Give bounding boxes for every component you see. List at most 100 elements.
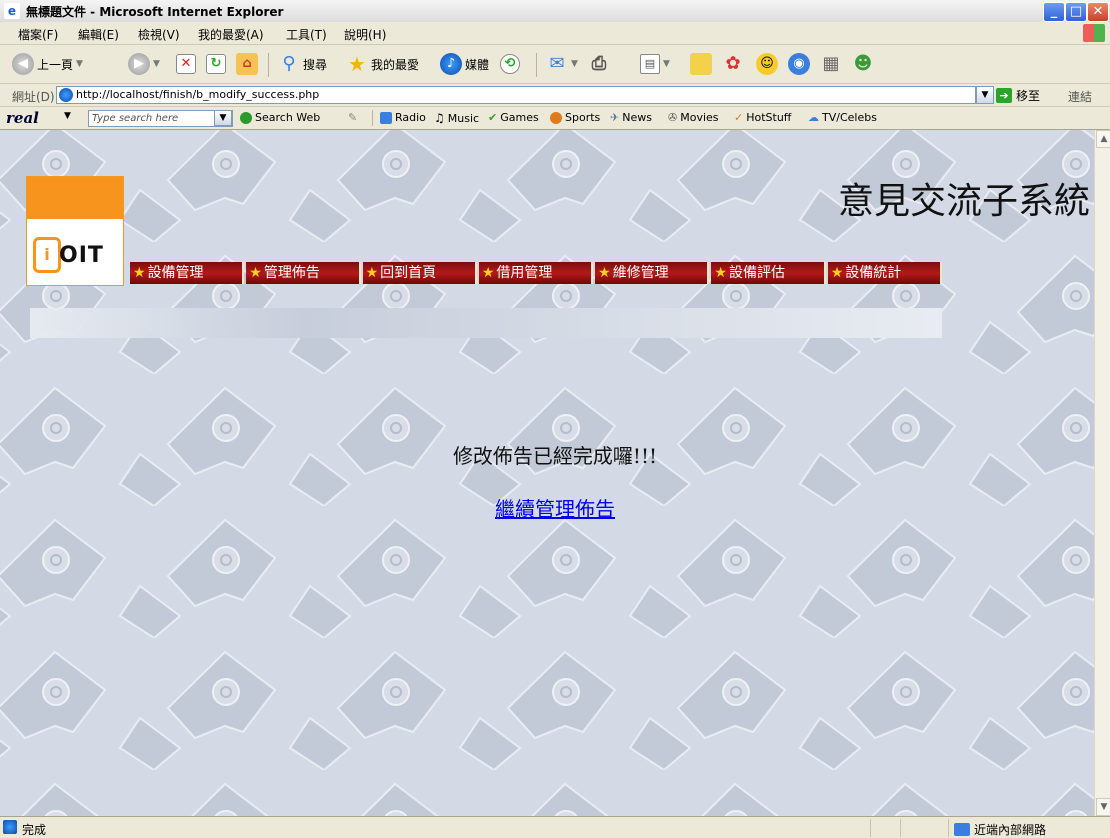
forward-arrow-icon: ▶ [128,53,150,75]
realbar-hotstuff[interactable]: ✓ HotStuff [734,111,791,124]
back-button[interactable]: ◀ 上一頁 ▼ [12,51,83,77]
nav-equipment-statistics[interactable]: ★ 設備統計 [827,262,942,284]
page-viewport: i OIT 意見交流子系統 ★ 設備管理 ★ 管理佈告 ★ 回到首頁 ★ 借用管理 ★ 維… [0,130,1094,816]
nav-equipment-management[interactable]: ★ 設備管理 [130,262,245,284]
forward-button[interactable]: ▶ ▼ [128,51,160,77]
real-search-input[interactable]: Type search here [88,110,233,127]
intranet-zone-icon [954,823,970,836]
search-web-button[interactable]: Search Web [240,111,320,124]
scroll-up-icon[interactable]: ▲ [1096,130,1110,148]
links-button[interactable]: 連結 [1068,88,1092,105]
messenger-icon: ✿ [725,53,741,74]
realbar-radio[interactable]: Radio [380,111,426,124]
research-icon: ▦ [822,53,840,74]
stop-button[interactable]: ✕ [176,51,196,77]
menu-view[interactable]: 檢視(V) [138,26,180,43]
hotstuff-icon: ✓ [734,111,744,124]
smiley-button[interactable]: ☺ [756,51,778,77]
close-button[interactable]: ✕ [1087,2,1109,22]
logo-orange-block [27,177,123,219]
chevron-down-icon: ▼ [571,59,578,69]
go-arrow-icon: ➔ [996,88,1012,103]
minimize-button[interactable]: _ [1043,2,1065,22]
mail-icon: ✉ [549,53,565,74]
logo-text: OIT [59,243,104,268]
note-button[interactable] [690,51,712,77]
status-bar: 完成 近端內部網路 [0,816,1110,838]
site-logo: i OIT [26,176,124,286]
status-divider [948,819,949,837]
realbar-movies[interactable]: ✇ Movies [668,111,719,124]
site-nav: ★ 設備管理 ★ 管理佈告 ★ 回到首頁 ★ 借用管理 ★ 維修管理 ★ 設備評估 ★ 設備統… [130,262,942,284]
nav-home[interactable]: ★ 回到首頁 [362,262,477,284]
research-button[interactable]: ▦ [820,51,842,77]
refresh-button[interactable]: ↻ [206,51,226,77]
nav-manage-announcements[interactable]: ★ 管理佈告 [246,262,361,284]
favorites-button[interactable]: ★ 我的最愛 [346,51,419,77]
realbar-news[interactable]: ✈ News [610,111,652,124]
print-icon: ⎙ [591,53,607,74]
menu-file[interactable]: 檔案(F) [18,26,58,43]
star-icon: ★ [249,265,262,281]
browser-window: e 無標題文件 - Microsoft Internet Explorer _ … [0,0,1110,838]
media-button[interactable]: ♪ 媒體 [440,51,489,77]
real-search-dropdown[interactable]: ▼ [214,110,232,126]
home-button[interactable]: ⌂ [236,51,258,77]
nav-equipment-evaluation[interactable]: ★ 設備評估 [711,262,826,284]
real-logo: real [6,109,39,127]
menu-edit[interactable]: 編輯(E) [78,26,119,43]
realbar-movies-label: Movies [680,111,719,124]
menu-favorites[interactable]: 我的最愛(A) [198,26,264,43]
edit-button[interactable]: ▤ ▼ [640,51,670,77]
mail-client-button[interactable]: ◉ [788,51,810,77]
standard-toolbar: ◀ 上一頁 ▼ ▶ ▼ ✕ ↻ ⌂ ⚲ 搜尋 ★ 我的最愛 ♪ 媒體 ⟲ ✉ ▼… [0,45,1110,84]
menu-help[interactable]: 說明(H) [344,26,386,43]
sports-icon [550,111,562,124]
media-icon: ♪ [440,53,462,75]
scroll-down-icon[interactable]: ▼ [1096,798,1110,816]
star-icon: ★ [348,52,366,76]
star-icon: ★ [133,265,146,281]
vertical-scrollbar[interactable]: ▲ ▼ [1094,130,1110,816]
mail-client-icon: ◉ [788,53,810,75]
success-message: 修改佈告已經完成囉!!! [452,444,658,468]
note-icon [690,53,712,75]
real-menu-chevron-icon[interactable]: ▼ [64,111,71,121]
highlight-button[interactable]: ✎ [348,111,357,124]
mail-button[interactable]: ✉ ▼ [546,51,578,77]
go-button[interactable]: ➔ 移至 [996,87,1040,104]
header-strip [30,308,942,338]
address-dropdown-button[interactable]: ▼ [976,86,994,104]
nav-repair-management[interactable]: ★ 維修管理 [595,262,710,284]
status-divider [870,819,871,837]
realbar-music-label: Music [447,111,480,125]
realbar-tvcelebs[interactable]: ☁ TV/Celebs [808,111,877,124]
site-title: 意見交流子系統 [837,181,1090,222]
edit-icon: ▤ [640,54,660,74]
history-button[interactable]: ⟲ [500,51,520,77]
search-web-icon [240,111,252,124]
continue-manage-announcements-link[interactable]: 繼續管理佈告 [495,497,615,521]
nav-borrow-management[interactable]: ★ 借用管理 [478,262,594,284]
maximize-button[interactable]: □ [1065,2,1087,22]
toolbar-separator [268,53,269,77]
nav-label: 設備統計 [845,265,902,281]
print-button[interactable]: ⎙ [588,51,610,77]
highlighter-icon: ✎ [348,111,358,124]
contacts-icon: ☻ [853,53,873,74]
back-label: 上一頁 [37,57,74,72]
messenger-button[interactable]: ✿ [722,51,744,77]
realbar-music[interactable]: ♫ Music [434,111,479,125]
refresh-icon: ↻ [206,54,226,74]
movies-icon: ✇ [668,111,678,124]
realbar-sports-label: Sports [565,111,601,124]
realbar-sports[interactable]: Sports [550,111,600,124]
search-icon: ⚲ [282,53,296,74]
realbar-hotstuff-label: HotStuff [746,111,792,124]
search-button[interactable]: ⚲ 搜尋 [278,51,327,77]
menu-tools[interactable]: 工具(T) [286,26,327,43]
address-input[interactable]: http://localhost/finish/b_modify_success… [56,86,976,104]
contacts-button[interactable]: ☻ [852,51,874,77]
realbar-games[interactable]: ✔ Games [488,111,539,124]
realbar-games-label: Games [500,111,539,124]
